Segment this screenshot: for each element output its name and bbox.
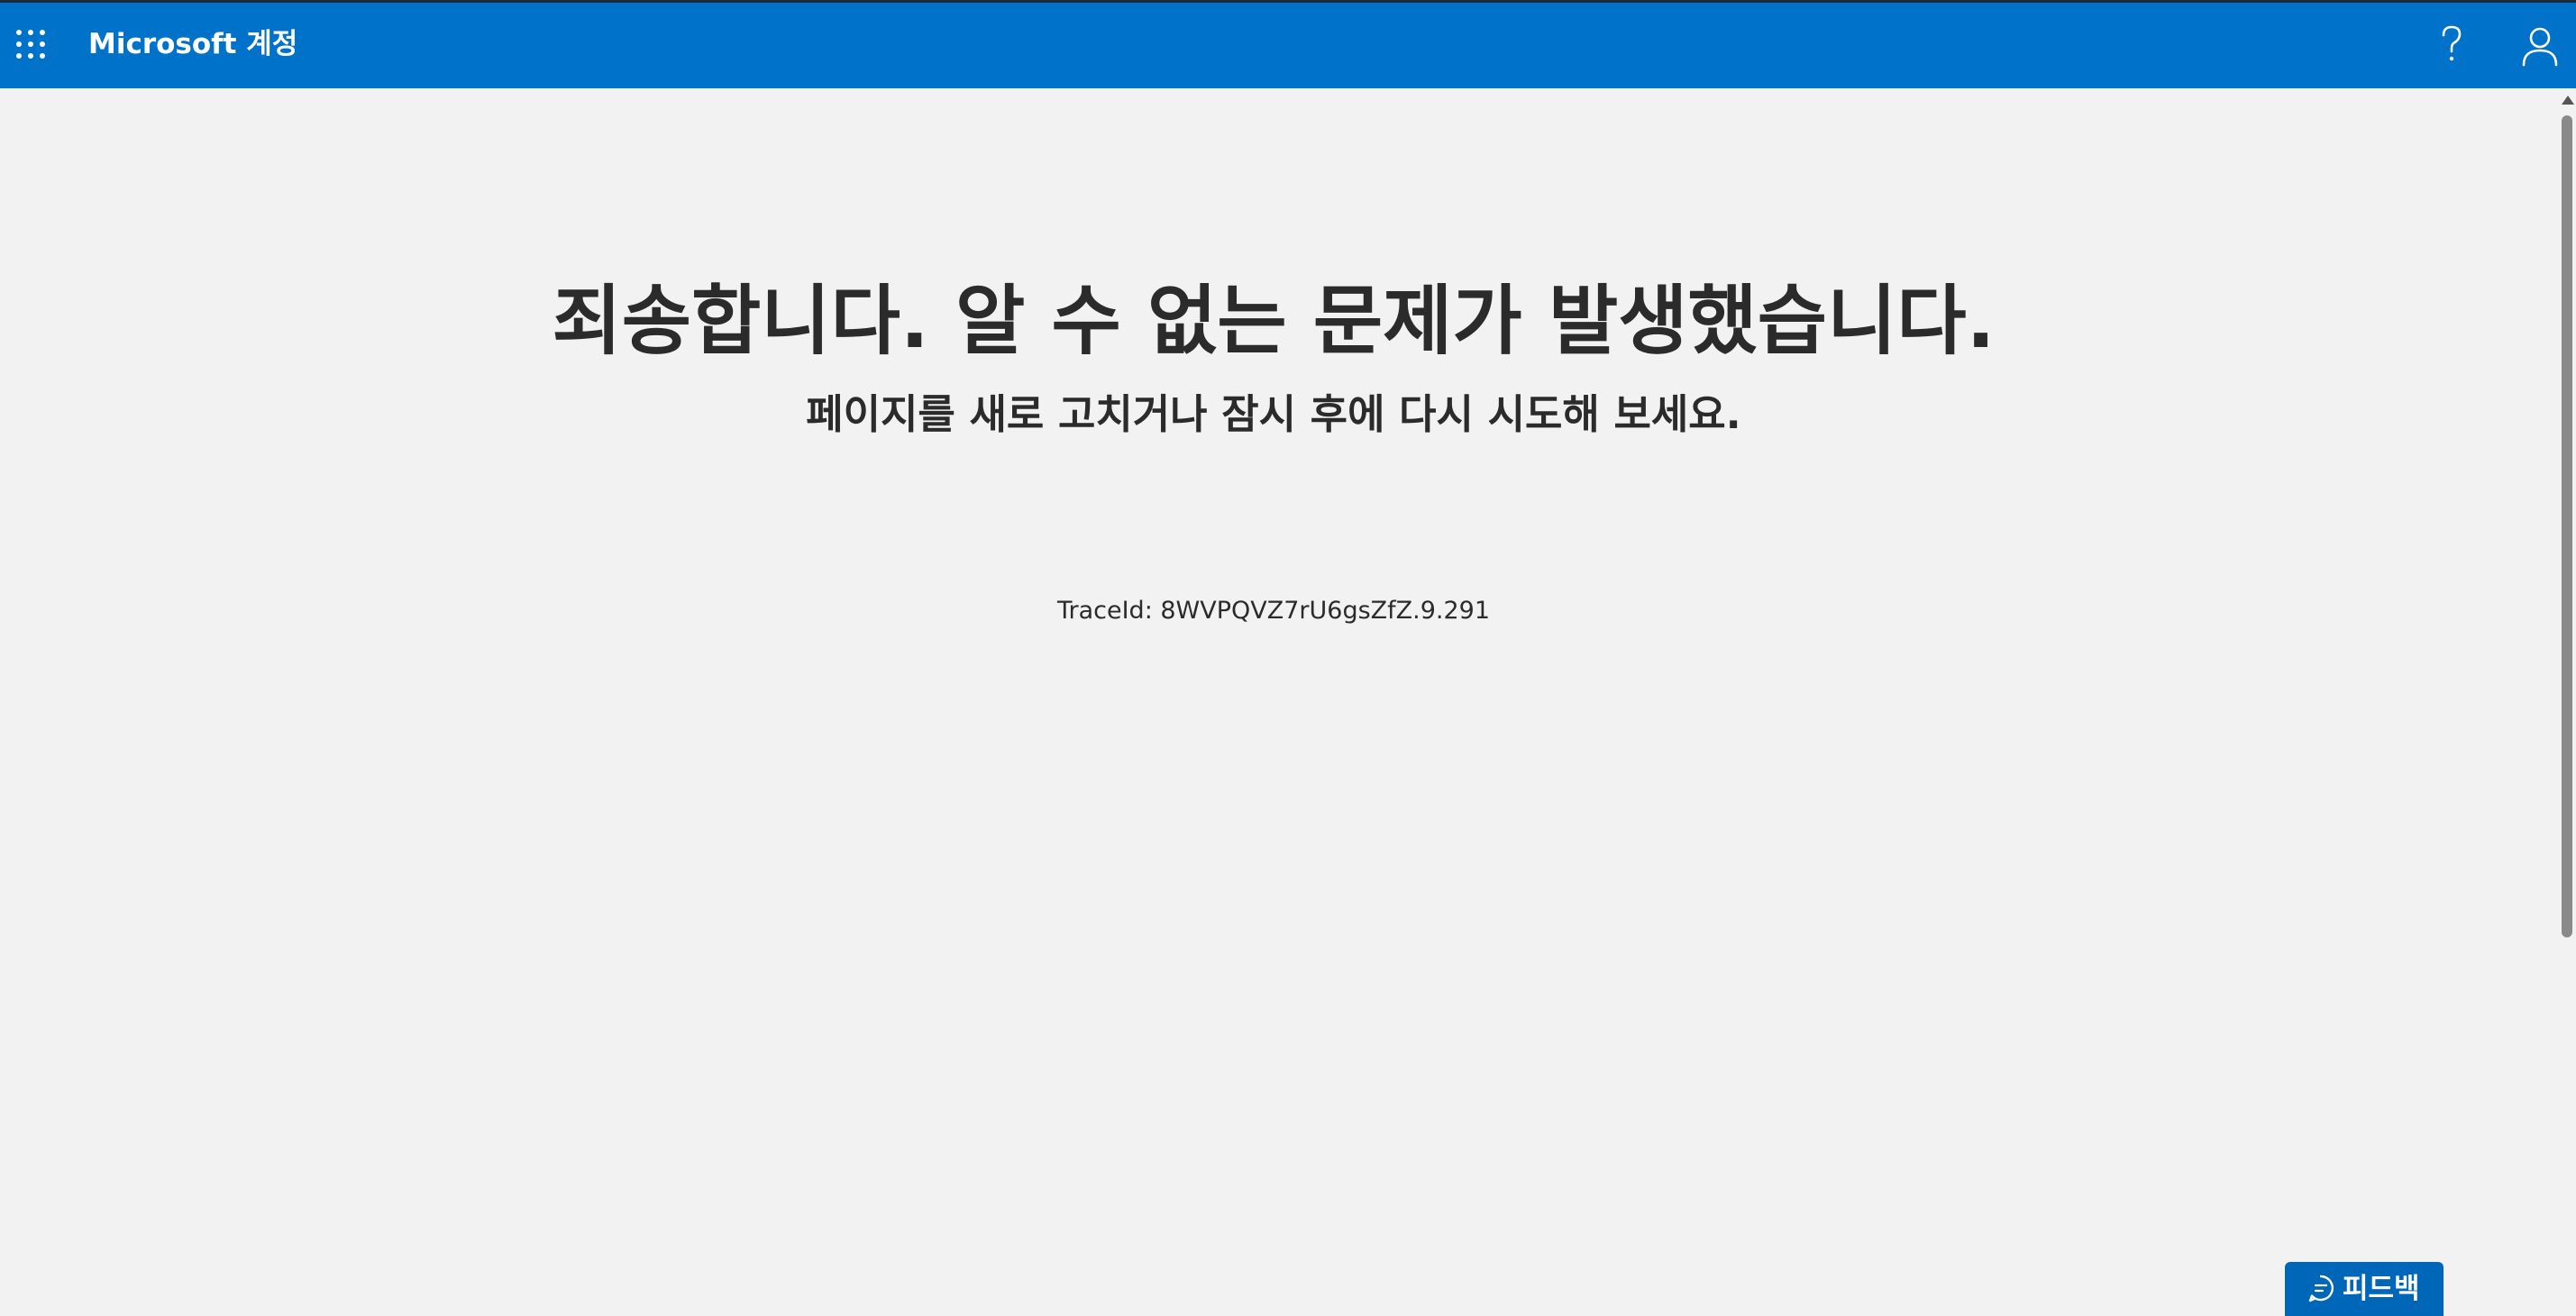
top-header-bar: Microsoft 계정 xyxy=(0,3,2576,88)
user-account-icon[interactable] xyxy=(2520,24,2560,68)
trace-id-text: TraceId: 8WVPQVZ7rU6gsZfZ.9.291 xyxy=(1056,597,1491,625)
error-content-area: 죄송합니다. 알 수 없는 문제가 발생했습니다. 페이지를 새로 고치거나 잠… xyxy=(0,88,2558,1302)
chat-bubble-icon xyxy=(2307,1274,2335,1302)
feedback-label: 피드백 xyxy=(2343,1273,2420,1305)
error-title: 죄송합니다. 알 수 없는 문제가 발생했습니다. xyxy=(552,277,1996,365)
scrollbar-thumb[interactable] xyxy=(2562,115,2572,937)
help-icon[interactable] xyxy=(2434,23,2470,66)
app-launcher-icon[interactable] xyxy=(13,26,49,62)
brand-title-link[interactable]: Microsoft 계정 xyxy=(88,24,297,64)
feedback-button[interactable]: 피드백 xyxy=(2285,1262,2444,1316)
scroll-up-arrow-icon[interactable] xyxy=(2562,96,2574,105)
error-subtitle: 페이지를 새로 고치거나 잠시 후에 다시 시도해 보세요. xyxy=(806,390,1741,438)
vertical-scrollbar[interactable] xyxy=(2558,88,2576,1302)
